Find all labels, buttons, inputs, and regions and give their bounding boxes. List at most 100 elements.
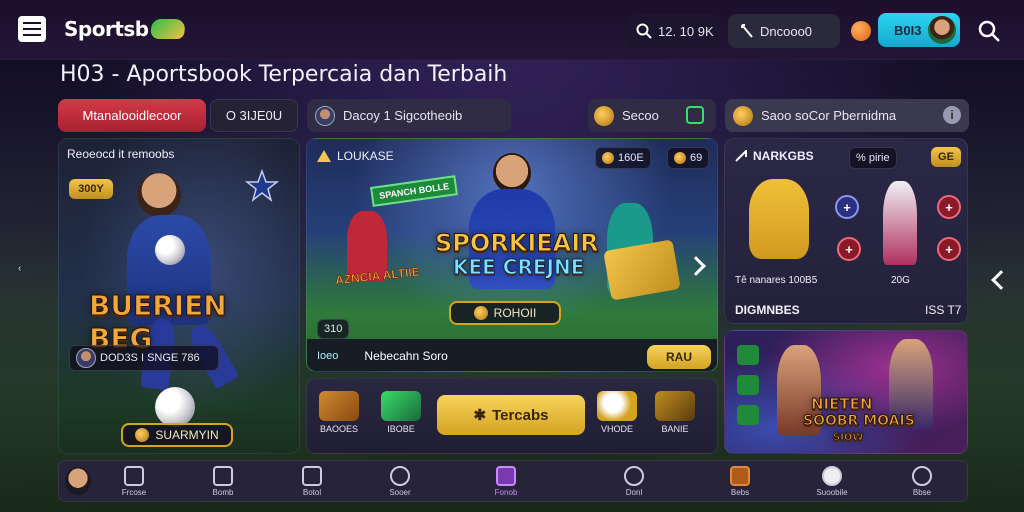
right-hero-line3: SIOW — [832, 432, 864, 444]
checkbox-icon[interactable] — [686, 106, 704, 124]
nav-item-label: Botol — [302, 488, 322, 497]
strip-item[interactable]: BANIE — [655, 391, 695, 434]
menu-icon[interactable] — [18, 16, 46, 42]
right-top-header: NARKGBS — [735, 149, 814, 163]
sport-search-pill[interactable]: Saoo soCor Pbernidma i — [725, 99, 969, 132]
login-label: B0I3 — [894, 22, 922, 38]
left-cta-label: SUARMYIN — [155, 428, 219, 442]
code-field[interactable]: Dncooo0 — [728, 14, 840, 48]
player-line-text: DOD3S I SNGE 786 — [100, 352, 200, 364]
cash-icon — [381, 391, 421, 421]
gold-coin-icon — [594, 105, 614, 126]
right-top-header-label: NARKGBS — [753, 149, 814, 163]
plus-icon[interactable]: + — [835, 195, 859, 219]
nav-item-label: Donl — [625, 488, 643, 497]
profile-avatar[interactable] — [65, 467, 91, 495]
tool-icon — [741, 24, 753, 38]
runner-figure — [883, 181, 917, 265]
nav-item[interactable]: Bbse — [897, 466, 947, 497]
player-line: DOD3S I SNGE 786 — [69, 345, 219, 371]
user-pill-label: Dacoy 1 Sigcotheoib — [343, 108, 463, 123]
home-icon — [124, 466, 144, 486]
player-head — [137, 173, 181, 217]
center-footer-text: Nebecahn Soro — [364, 349, 448, 363]
medal-icon — [390, 466, 410, 486]
badge-coin-icon — [602, 152, 614, 164]
center-badge-two-label: 69 — [690, 152, 703, 164]
ball-icon — [155, 235, 185, 265]
nav-item[interactable]: Bebs — [715, 466, 765, 497]
right-top-caption: Tê nanares 100B5 — [735, 275, 818, 286]
right-top-caption-right: 20G — [891, 275, 910, 286]
user-pill[interactable]: Dacoy 1 Sigcotheoib — [307, 99, 511, 132]
strip-item[interactable]: VHODE — [597, 391, 637, 434]
strip-item-label: BANIE — [661, 424, 689, 434]
strip-main-label: Tercabs — [492, 406, 549, 424]
search-icon — [636, 23, 652, 39]
nav-item[interactable]: Suoobile — [807, 466, 857, 497]
bolt-icon — [674, 152, 686, 164]
strip-item-label: VHODE — [600, 424, 633, 434]
plus-icon-3[interactable]: + — [937, 195, 961, 219]
nav-item[interactable]: Sooer — [375, 466, 425, 497]
top-search-icon[interactable] — [976, 18, 1004, 46]
nav-item[interactable]: Frcose — [109, 466, 159, 497]
page-title: H03 - Aportsbook Terpercaia dan Terbaih — [60, 62, 508, 87]
nav-item-label: Bebs — [730, 488, 750, 497]
warning-icon — [317, 150, 331, 162]
left-cta-button[interactable]: SUARMYIN — [121, 423, 233, 447]
star-icon — [245, 169, 279, 202]
strip-item[interactable]: IBOBE — [381, 391, 421, 434]
house-icon — [302, 466, 322, 486]
login-button[interactable]: B0I3 — [878, 13, 960, 47]
logo-mark-icon — [148, 19, 187, 39]
right-top-footer-right: ISS T7 — [925, 303, 962, 317]
game-icon-2 — [737, 375, 759, 395]
promo-card-left[interactable]: Reoeocd it remoobs 300Y BUERIEN BEG DOD3… — [58, 138, 300, 454]
promo-card-right-top[interactable]: NARKGBS % pirie GE + + + + Tê nanares 10… — [724, 138, 968, 324]
left-card-header: Reoeocd it remoobs — [67, 147, 175, 161]
promo-card-center[interactable]: LOUKASE 160E 69 SPANCH BOLLE AZNCIA ALTI… — [306, 138, 718, 372]
center-mid-button[interactable]: ROHOII — [449, 301, 561, 325]
nav-item-label: Fonob — [494, 488, 518, 497]
center-badge-one-label: 160E — [618, 152, 644, 164]
center-badge-one: 160E — [595, 147, 651, 169]
strip-item[interactable]: BAOOES — [319, 391, 359, 434]
strip-main-button[interactable]: ✱ Tercabs — [437, 395, 585, 435]
nav-item[interactable]: Bomb — [198, 466, 248, 497]
nav-item[interactable]: Botol — [287, 466, 337, 497]
nav-item-label: Frcose — [121, 488, 147, 497]
center-mini-count: 310 — [317, 319, 350, 339]
center-hero-line2: KEE CREJNE — [452, 255, 585, 280]
tab-secondary[interactable]: O 3IJE0U — [210, 99, 298, 132]
banner-small: SPANCH BOLLE — [370, 175, 459, 207]
logo[interactable]: Sportsb — [64, 17, 187, 41]
game-icon-3 — [737, 405, 759, 425]
coin-icon[interactable] — [851, 21, 871, 41]
user-avatar — [315, 105, 335, 126]
tab-primary[interactable]: Mtanalooidlecoor — [58, 99, 206, 132]
search-value: 12. 10 9K — [658, 23, 714, 39]
center-footer-button[interactable]: RAU — [647, 345, 711, 369]
center-card-header-label: LOUKASE — [337, 149, 394, 163]
mid-pill[interactable]: Secoo — [588, 99, 716, 132]
download-icon — [496, 466, 516, 486]
mid-pill-label: Secoo — [622, 108, 659, 123]
left-card-badge: 300Y — [69, 179, 113, 199]
nav-item[interactable]: Donl — [609, 466, 659, 497]
right-badge-two: GE — [931, 147, 961, 167]
balance-search-box[interactable]: 12. 10 9K — [626, 14, 720, 48]
plus-icon-2[interactable]: + — [837, 237, 861, 261]
treasure-chest-icon — [319, 391, 359, 421]
nav-item-active[interactable]: Fonob — [481, 466, 531, 497]
left-edge-marker: ‹ — [18, 263, 22, 274]
nav-item-label: Bbse — [912, 488, 932, 497]
ticket-icon — [730, 466, 750, 486]
cta-coin-icon — [135, 428, 150, 442]
sport-coin-icon — [733, 105, 753, 126]
promo-card-right-bottom[interactable]: NIETEN SOOBR MOAIS SIOW — [724, 330, 968, 454]
info-icon[interactable]: i — [943, 106, 961, 124]
plus-icon-4[interactable]: + — [937, 237, 961, 261]
next-arrow-icon[interactable] — [686, 256, 706, 276]
player-line-avatar — [76, 348, 96, 368]
